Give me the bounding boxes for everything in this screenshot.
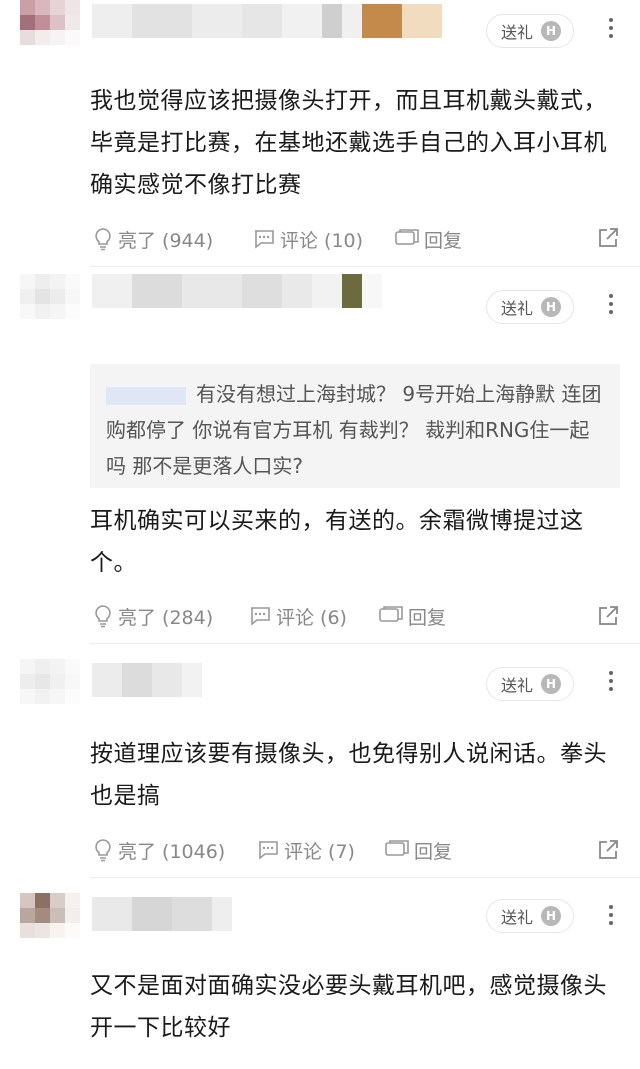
comment-text: 我也觉得应该把摄像头打开，而且耳机戴头戴式，毕竟是打比赛，在基地还戴选手自己的入… [90,88,607,198]
divider [90,877,640,878]
username-blurred[interactable] [92,4,442,38]
gift-label: 送礼 [500,23,533,42]
gift-h-icon: H [541,21,561,41]
lightbulb-icon [95,605,111,628]
like-button[interactable]: 亮了 (944) [92,226,252,253]
reply-button[interactable]: 回复 [394,226,462,253]
comment-button[interactable]: 评论 (10) [252,226,394,253]
comment-text: 按道理应该要有摄像头，也免得别人说闲话。拳头也是搞 [90,741,607,809]
reply-icon [395,229,419,245]
more-icon[interactable] [608,671,614,691]
username-blurred[interactable] [92,897,232,931]
like-button[interactable]: 亮了 (284) [92,603,248,630]
divider [90,266,640,267]
username-blurred[interactable] [92,663,202,697]
gift-label: 送礼 [500,908,533,927]
like-label: 亮了 (944) [118,229,214,252]
reply-button[interactable]: 回复 [384,837,452,864]
like-button[interactable]: 亮了 (1046) [92,837,256,864]
gift-h-icon: H [541,906,561,926]
share-icon[interactable] [596,226,620,250]
like-label: 亮了 (1046) [118,840,226,863]
chat-icon [259,841,278,860]
comment-item: 送礼 H 我也觉得应该把摄像头打开，而且耳机戴头戴式，毕竟是打比赛，在基地还戴选… [0,0,640,266]
comment-actions: 亮了 (1046) 评论 (7) 回复 [92,835,452,865]
comment-item: 送礼 H 有没有想过上海封城？ 9号开始上海静默 连团购都停了 你说有官方耳机 … [0,268,640,643]
more-icon[interactable] [608,905,614,925]
share-icon[interactable] [596,838,620,862]
quoted-comment[interactable]: 有没有想过上海封城？ 9号开始上海静默 连团购都停了 你说有官方耳机 有裁判？ … [90,364,620,488]
avatar[interactable] [20,0,80,60]
share-icon[interactable] [596,604,620,628]
quoted-username-blurred [106,386,186,405]
comment-item: 送礼 H 按道理应该要有摄像头，也免得别人说闲话。拳头也是搞 亮了 (1046)… [0,645,640,877]
divider [90,643,640,644]
comment-button[interactable]: 评论 (6) [248,603,378,630]
gift-button[interactable]: 送礼 H [485,290,574,324]
comment-actions: 亮了 (284) 评论 (6) 回复 [92,601,446,631]
more-icon[interactable] [608,294,614,314]
gift-label: 送礼 [500,299,533,318]
lightbulb-icon [95,839,111,862]
comment-label: 评论 (6) [276,606,347,629]
comment-label: 评论 (7) [284,840,355,863]
comment-text: 又不是面对面确实没必要头戴耳机吧，感觉摄像头开一下比较好 [90,973,607,1041]
avatar[interactable] [20,893,80,953]
comment-actions: 亮了 (944) 评论 (10) 回复 [92,224,462,254]
reply-label: 回复 [424,229,463,252]
gift-label: 送礼 [500,676,533,695]
username-blurred[interactable] [92,274,382,308]
comment-button[interactable]: 评论 (7) [256,837,384,864]
comment-item: 送礼 H 又不是面对面确实没必要头戴耳机吧，感觉摄像头开一下比较好 [0,879,640,1069]
chat-icon [251,607,270,626]
comment-label: 评论 (10) [280,229,364,252]
avatar[interactable] [20,274,80,334]
reply-icon [379,606,403,622]
gift-h-icon: H [541,674,561,694]
gift-button[interactable]: 送礼 H [485,899,574,933]
chat-icon [255,230,274,249]
reply-label: 回复 [414,840,453,863]
reply-button[interactable]: 回复 [378,603,446,630]
gift-h-icon: H [541,297,561,317]
comment-text: 耳机确实可以买来的，有送的。余霜微博提过这个。 [90,508,584,576]
lightbulb-icon [95,228,111,251]
gift-button[interactable]: 送礼 H [485,14,574,48]
avatar[interactable] [20,659,80,719]
reply-icon [385,840,409,856]
more-icon[interactable] [608,18,614,38]
reply-label: 回复 [408,606,447,629]
like-label: 亮了 (284) [118,606,214,629]
gift-button[interactable]: 送礼 H [485,667,574,701]
